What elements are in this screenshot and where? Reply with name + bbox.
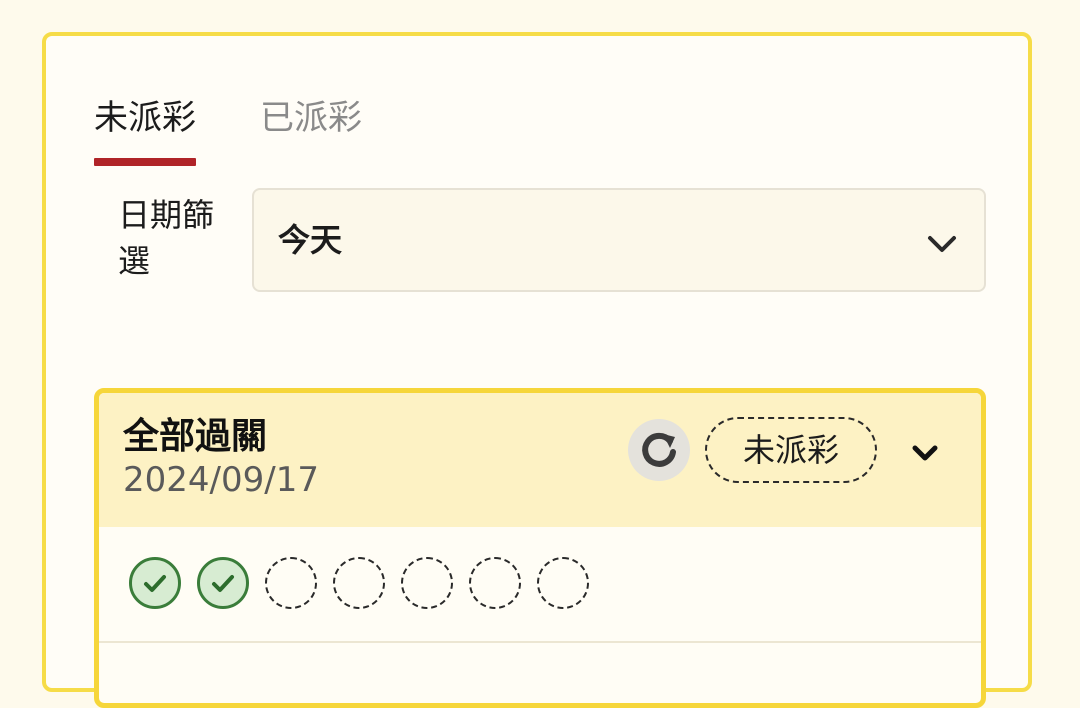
date-filter-label: 日期篩選	[118, 196, 215, 280]
chevron-down-icon	[912, 445, 938, 461]
leg-pending-dashed-circle-icon	[265, 557, 317, 609]
status-tabs: 未派彩 已派彩	[94, 94, 362, 166]
date-filter-value: 今天	[278, 221, 343, 259]
legs-row	[99, 527, 981, 643]
status-badge: 未派彩	[705, 417, 877, 483]
expand-button[interactable]	[905, 433, 945, 473]
leg-status-list	[129, 557, 589, 609]
leg-won-check-circle-icon	[197, 557, 249, 609]
leg-pending-dashed-circle-icon	[469, 557, 521, 609]
leg-pending-dashed-circle-icon	[537, 557, 589, 609]
refresh-icon	[642, 432, 676, 467]
bet-card: 全部過關 2024/09/17 未派彩	[94, 388, 986, 708]
bet-card-header: 全部過關 2024/09/17 未派彩	[99, 393, 981, 527]
bet-type-title: 全部過關	[123, 416, 268, 457]
tab-settled[interactable]: 已派彩	[260, 94, 362, 164]
leg-pending-dashed-circle-icon	[333, 557, 385, 609]
leg-won-check-circle-icon	[129, 557, 181, 609]
refresh-button[interactable]	[628, 419, 690, 481]
chevron-down-icon	[922, 224, 962, 264]
date-filter-select[interactable]: 今天	[252, 188, 986, 292]
leg-pending-dashed-circle-icon	[401, 557, 453, 609]
bet-date: 2024/09/17	[123, 460, 319, 500]
tab-unsettled[interactable]: 未派彩	[94, 94, 196, 166]
